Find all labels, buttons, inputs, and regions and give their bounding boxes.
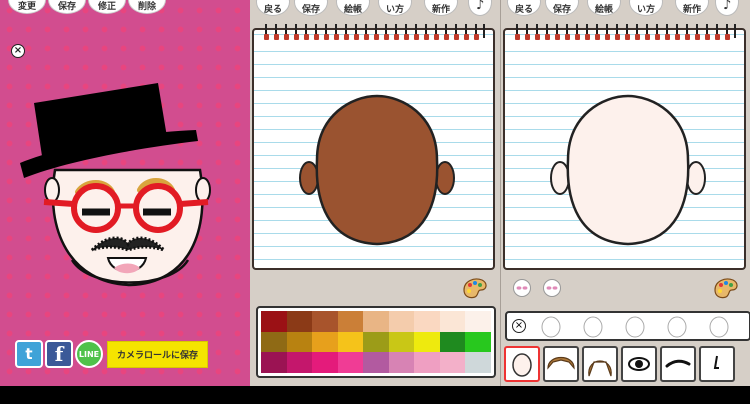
color-swatch[interactable] bbox=[286, 352, 313, 373]
face-front-view[interactable] bbox=[548, 90, 708, 250]
save-to-camera-roll-button[interactable]: カメラロールに保存 bbox=[107, 341, 208, 368]
color-swatch[interactable] bbox=[337, 331, 364, 353]
face-shape-options[interactable] bbox=[531, 314, 750, 340]
notebook-rings bbox=[264, 24, 485, 40]
color-swatch[interactable] bbox=[363, 352, 389, 373]
drawing-notebook bbox=[252, 24, 495, 270]
color-swatch[interactable] bbox=[261, 352, 287, 373]
eyes-toggle-icon[interactable] bbox=[513, 279, 531, 297]
palette-icon[interactable] bbox=[462, 277, 488, 299]
color-swatch[interactable] bbox=[286, 331, 313, 353]
part-eyebrow-button[interactable] bbox=[660, 346, 696, 382]
notebook-rings bbox=[515, 24, 736, 40]
twitter-icon[interactable]: t bbox=[15, 340, 43, 368]
color-swatch[interactable] bbox=[261, 331, 287, 353]
color-swatch[interactable] bbox=[414, 331, 440, 353]
music-icon[interactable]: ♪ bbox=[468, 0, 493, 16]
color-swatch[interactable] bbox=[363, 331, 389, 353]
music-icon[interactable]: ♪ bbox=[715, 0, 740, 16]
editor-panel-1: 戻る 保存 絵帳 い方 新作 ♪ bbox=[250, 0, 500, 386]
bottom-bar bbox=[0, 386, 750, 404]
color-swatch[interactable] bbox=[465, 311, 491, 332]
drawing-notebook bbox=[503, 24, 746, 270]
character-face bbox=[20, 83, 211, 287]
color-swatch[interactable] bbox=[337, 311, 364, 332]
part-face-button[interactable] bbox=[504, 346, 540, 382]
eyes-toggle-icon[interactable] bbox=[543, 279, 561, 297]
face-back-view[interactable] bbox=[297, 90, 457, 250]
picture-book-button[interactable]: 絵帳 bbox=[587, 0, 622, 16]
color-swatch[interactable] bbox=[388, 352, 415, 373]
color-swatch-grid bbox=[256, 306, 496, 378]
color-swatch[interactable] bbox=[312, 311, 338, 332]
how-to-button[interactable]: い方 bbox=[629, 0, 664, 16]
save-button[interactable]: 保存 bbox=[294, 0, 329, 16]
color-swatch[interactable] bbox=[439, 331, 466, 353]
face-shape-selector: × bbox=[505, 311, 750, 341]
part-hair-button[interactable] bbox=[543, 346, 579, 382]
how-to-button[interactable]: い方 bbox=[378, 0, 413, 16]
color-swatch[interactable] bbox=[363, 311, 389, 332]
back-button[interactable]: 戻る bbox=[256, 0, 291, 16]
color-swatch[interactable] bbox=[388, 311, 415, 332]
share-row: t f LINE bbox=[15, 340, 103, 368]
color-swatch[interactable] bbox=[414, 352, 440, 373]
palette-icon[interactable] bbox=[713, 277, 739, 299]
color-swatch[interactable] bbox=[465, 331, 491, 353]
color-swatch[interactable] bbox=[261, 311, 287, 332]
save-button[interactable]: 保存 bbox=[545, 0, 580, 16]
line-icon[interactable]: LINE bbox=[75, 340, 103, 368]
back-button[interactable]: 戻る bbox=[507, 0, 542, 16]
color-swatch[interactable] bbox=[439, 311, 466, 332]
part-nose-button[interactable] bbox=[699, 346, 735, 382]
preview-panel: 変更 保存 修正 削除 × t f LINE カメラロールに保存 bbox=[0, 0, 250, 386]
new-button[interactable]: 新作 bbox=[424, 0, 459, 16]
parts-selector bbox=[504, 346, 735, 382]
color-swatch[interactable] bbox=[414, 311, 440, 332]
editor-panel-2: 戻る 保存 絵帳 い方 新作 ♪ × bbox=[500, 0, 750, 386]
new-button[interactable]: 新作 bbox=[675, 0, 710, 16]
color-swatch[interactable] bbox=[337, 352, 364, 373]
color-swatch[interactable] bbox=[286, 311, 313, 332]
picture-book-button[interactable]: 絵帳 bbox=[336, 0, 371, 16]
color-swatch[interactable] bbox=[312, 352, 338, 373]
close-icon[interactable]: × bbox=[512, 319, 526, 333]
color-swatch[interactable] bbox=[465, 352, 491, 373]
color-swatch[interactable] bbox=[312, 331, 338, 353]
color-swatch[interactable] bbox=[439, 352, 466, 373]
part-eye-button[interactable] bbox=[621, 346, 657, 382]
facebook-icon[interactable]: f bbox=[45, 340, 73, 368]
part-hair2-button[interactable] bbox=[582, 346, 618, 382]
color-swatch[interactable] bbox=[388, 331, 415, 353]
